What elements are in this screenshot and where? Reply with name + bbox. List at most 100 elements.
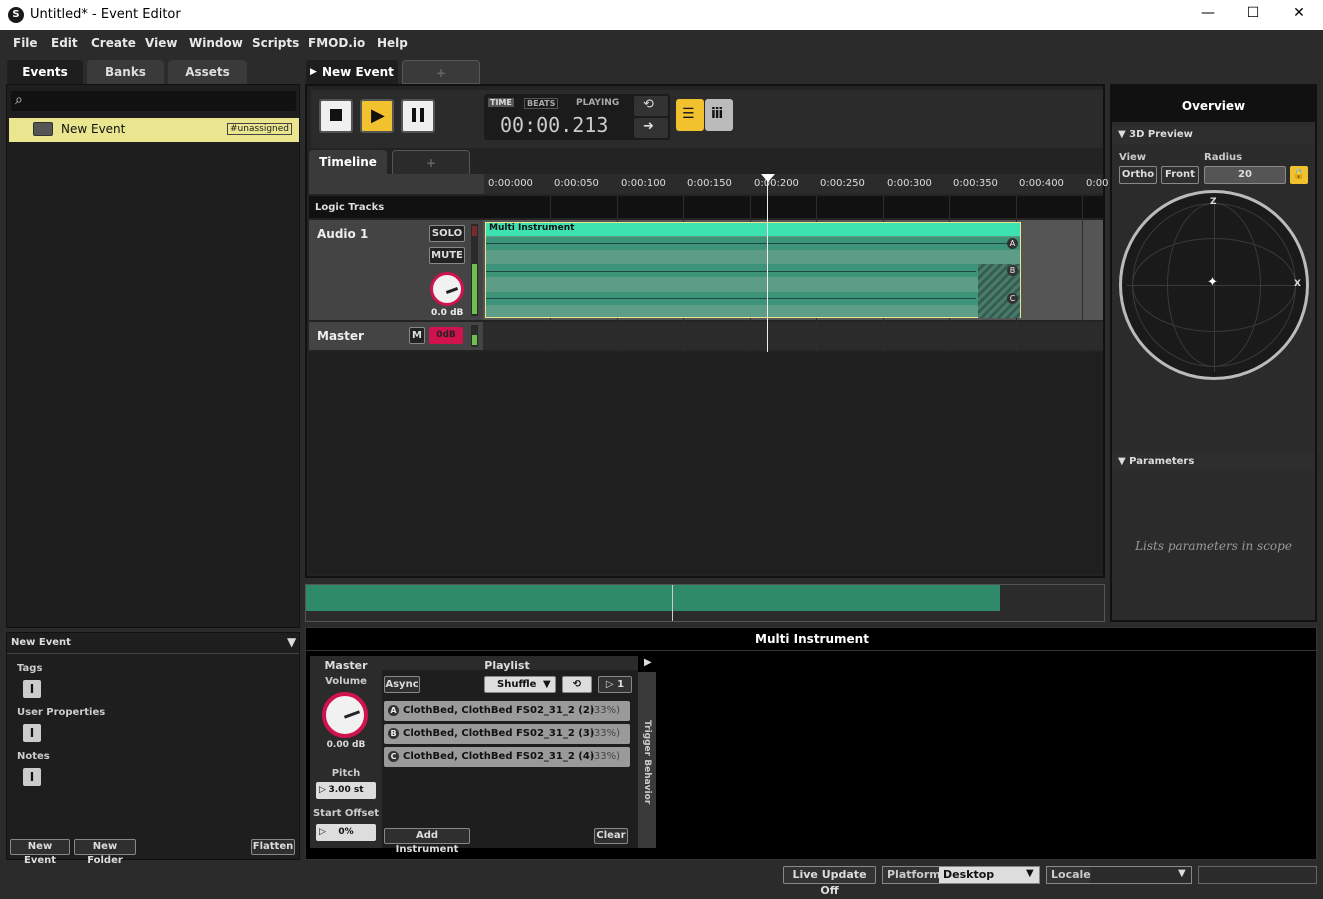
live-update-toggle[interactable]: Live Update Off (783, 866, 876, 897)
tab-new-event[interactable]: ▶ New Event (306, 60, 398, 84)
parameters-header[interactable]: ▼ Parameters (1112, 453, 1315, 471)
pitch-label: Pitch (331, 768, 361, 779)
loop-playlist-button[interactable]: ⟲ (562, 676, 592, 693)
add-timeline-tab-button[interactable]: + (392, 150, 470, 176)
event-properties: New Event ▼ Tags I User Properties I Not… (6, 632, 300, 860)
tracks-view-button[interactable]: ☰ (676, 99, 704, 131)
locale-selector[interactable]: Locale ▼ (1046, 866, 1192, 884)
master-track-name: Master (317, 329, 364, 343)
deck-volume-knob[interactable] (322, 692, 368, 738)
flatten-button[interactable]: Flatten (251, 839, 295, 855)
playhead[interactable] (767, 174, 768, 352)
play-icon: ▶ (371, 105, 385, 126)
new-folder-button[interactable]: New Folder (74, 839, 136, 866)
add-event-tab-button[interactable]: + (402, 60, 480, 84)
radius-field[interactable]: 20 (1204, 166, 1286, 184)
playhead-marker-icon[interactable] (761, 174, 775, 182)
minimize-button[interactable]: — (1193, 5, 1223, 25)
overview-title: Overview (1181, 99, 1246, 113)
play-small-icon: ▷ (319, 785, 326, 795)
search-icon: ⌕ (15, 92, 23, 108)
expand-arrow-icon[interactable]: ▶ (644, 657, 652, 668)
menu-fmodio[interactable]: FMOD.io (308, 36, 365, 50)
follow-playhead-button[interactable]: ➜ (634, 118, 668, 138)
beats-mode-toggle[interactable]: BEATS (524, 98, 559, 109)
volume-knob[interactable] (430, 272, 464, 306)
stop-button[interactable] (319, 99, 353, 133)
close-button[interactable]: ✕ (1284, 5, 1314, 25)
search-input[interactable]: ⌕ (11, 91, 296, 111)
trigger-behavior-drawer[interactable]: Trigger Behavior (638, 672, 656, 848)
deck-volume-label: Volume (325, 676, 367, 687)
tab-timeline[interactable]: Timeline (309, 150, 387, 176)
time-mode-toggle[interactable]: TIME (488, 98, 514, 107)
track-meter (471, 224, 478, 316)
menu-view[interactable]: View (145, 36, 177, 50)
solo-button[interactable]: SOLO (429, 225, 465, 242)
multi-instrument-region[interactable]: Multi Instrument A B C (485, 222, 1021, 318)
ruler-label: 0:00:400 (1019, 178, 1064, 189)
instrument-name: Multi Instrument (489, 223, 575, 233)
playlist-item[interactable]: A ClothBed, ClothBed FS02_31_2 (2) (33%) (384, 701, 630, 721)
list-item[interactable]: New Event #unassigned (9, 118, 299, 142)
ortho-button[interactable]: Ortho (1119, 166, 1157, 184)
menu-edit[interactable]: Edit (51, 36, 78, 50)
timeline-ruler[interactable]: 0:00:000 0:00:050 0:00:100 0:00:150 0:00… (484, 174, 1108, 194)
menu-window[interactable]: Window (189, 36, 243, 50)
deck-master-label: Master (324, 659, 368, 672)
new-event-button[interactable]: New Event (10, 839, 70, 866)
list-icon: ☰ (682, 106, 695, 122)
mute-button[interactable]: MUTE (429, 247, 465, 264)
3d-preview-header[interactable]: ▼ 3D Preview (1112, 126, 1315, 144)
event-icon (33, 122, 53, 136)
ruler-label: 0:00:050 (554, 178, 599, 189)
tab-assets[interactable]: Assets (168, 60, 247, 84)
pause-button[interactable] (401, 99, 435, 133)
start-offset-field[interactable]: ▷ 0% (316, 824, 376, 841)
deck-view-button[interactable]: ⅲ (705, 99, 733, 131)
pause-icon (412, 108, 416, 122)
platform-selector[interactable]: Platform Desktop ▼ (882, 866, 1040, 884)
listener-icon[interactable]: ✦ (1207, 275, 1218, 290)
tags-edit-icon[interactable]: I (23, 680, 41, 698)
notes-edit-icon[interactable]: I (23, 768, 41, 786)
collapse-icon[interactable]: ▼ (287, 635, 296, 649)
loop-button[interactable]: ⟲ (634, 96, 668, 116)
lock-icon[interactable]: 🔒 (1290, 166, 1308, 184)
user-properties-edit-icon[interactable]: I (23, 724, 41, 742)
master-volume-slider[interactable]: 0dB (429, 327, 463, 344)
playlist-item[interactable]: C ClothBed, ClothBed FS02_31_2 (4) (33%) (384, 747, 630, 767)
master-meter (471, 325, 478, 347)
menu-create[interactable]: Create (91, 36, 136, 50)
add-instrument-button[interactable]: Add Instrument (384, 828, 470, 855)
maximize-button[interactable]: ☐ (1238, 5, 1268, 25)
collapse-icon: ▼ (1118, 129, 1130, 140)
notes-label: Notes (17, 751, 50, 762)
front-button[interactable]: Front (1161, 166, 1199, 184)
tab-banks[interactable]: Banks (87, 60, 164, 84)
menu-file[interactable]: File (13, 36, 38, 50)
ruler-label: 0:00:150 (687, 178, 732, 189)
tab-events[interactable]: Events (7, 60, 83, 84)
loop-icon: ⟲ (572, 679, 582, 690)
playlist-item-percent: (33%) (590, 728, 621, 739)
async-button[interactable]: Async (384, 676, 420, 693)
playlist-mode-value: Shuffle (497, 679, 537, 690)
time-display: TIME BEATS PLAYING 00:00.213 ⟲ ➜ (484, 94, 670, 140)
ruler-label: 0:00:350 (953, 178, 998, 189)
playlist-item-name: ClothBed, ClothBed FS02_31_2 (4) (403, 751, 595, 762)
master-mute-button[interactable]: M (409, 327, 425, 344)
menu-scripts[interactable]: Scripts (252, 36, 299, 50)
playlist-mode-select[interactable]: Shuffle ▼ (484, 676, 556, 693)
dropdown-arrow-icon: ▼ (1026, 868, 1034, 879)
play-count-field[interactable]: ▷ 1 (598, 676, 632, 693)
event-overview-strip[interactable] (305, 584, 1105, 622)
playlist-item-percent: (33%) (590, 751, 621, 762)
pitch-field[interactable]: ▷ 3.00 st (316, 782, 376, 799)
clear-button[interactable]: Clear (594, 828, 628, 844)
event-tab-label: New Event (322, 65, 394, 79)
menu-help[interactable]: Help (377, 36, 408, 50)
3d-preview-sphere[interactable]: Z X ✦ (1119, 190, 1309, 380)
playlist-item[interactable]: B ClothBed, ClothBed FS02_31_2 (3) (33%) (384, 724, 630, 744)
play-button[interactable]: ▶ (360, 99, 394, 133)
